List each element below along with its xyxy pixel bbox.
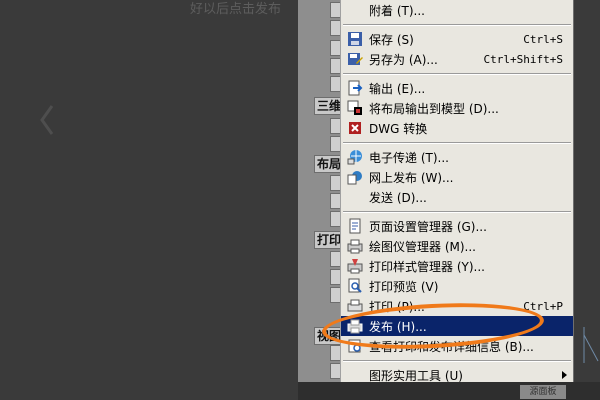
blank-icon [347,2,363,18]
menu-item-send[interactable]: 发送 (D)... [341,187,573,207]
menu-item-label: DWG 转换 [369,121,428,136]
plot-style-icon [347,258,363,274]
menu-item-plotter-manager[interactable]: 绘图仪管理器 (M)... [341,236,573,256]
menu-item-label: 绘图仪管理器 (M)... [369,239,476,254]
blank-icon [347,189,363,205]
instruction-caption: 好以后点击发布 [190,2,282,17]
submenu-arrow-icon [562,371,567,379]
menu-item-attach[interactable]: 附着 (T)... [341,0,573,20]
menu-item-page-setup[interactable]: 页面设置管理器 (G)... [341,216,573,236]
layout-to-model-icon [347,100,363,116]
magnifier-icon [347,278,363,294]
menu-item-label: 页面设置管理器 (G)... [369,219,487,234]
chevron-left-icon[interactable] [34,100,62,140]
menu-item-label: 保存 (S) [369,32,414,47]
menu-item-shortcut: Ctrl+S [523,32,563,46]
menu-item-publish-web[interactable]: 网上发布 (W)... [341,167,573,187]
globe-icon [347,149,363,165]
menu-item-label: 另存为 (A)... [369,52,438,67]
menu-separator [343,73,571,75]
save-as-icon [347,51,363,67]
menu-item-shortcut: Ctrl+Shift+S [483,52,563,66]
menu-item-label: 将布局输出到模型 (D)... [369,101,499,116]
menu-item-save[interactable]: 保存 (S) Ctrl+S [341,29,573,49]
menu-separator [343,142,571,144]
screenshot: 好以后点击发布 三维 布局 打印 视图 附着 (T)... 保存 (S) Ctr… [0,0,600,400]
menu-item-plot-style-manager[interactable]: 打印样式管理器 (Y)... [341,256,573,276]
menu-item-print-preview[interactable]: 打印预览 (V) [341,276,573,296]
save-icon [347,31,363,47]
menu-separator [343,24,571,26]
menu-separator [343,360,571,362]
blank-icon [347,367,363,383]
menu-separator [343,211,571,213]
menu-item-label: 电子传递 (T)... [369,150,449,165]
menu-item-export[interactable]: 输出 (E)... [341,78,573,98]
plotter-icon [347,238,363,254]
menu-item-label: 打印预览 (V) [369,279,439,294]
export-icon [347,80,363,96]
printer-icon [347,298,363,314]
status-chip[interactable]: 源面板 [520,385,566,399]
web-publish-icon [347,169,363,185]
menu-item-export-layout[interactable]: 将布局输出到模型 (D)... [341,98,573,118]
menu-item-save-as[interactable]: 另存为 (A)... Ctrl+Shift+S [341,49,573,69]
drawing-line-fragment [583,327,599,363]
dwg-convert-icon [347,120,363,136]
menu-item-label: 发送 (D)... [369,190,427,205]
menu-item-label: 网上发布 (W)... [369,170,454,185]
menu-item-label: 输出 (E)... [369,81,426,96]
menu-item-label: 打印样式管理器 (Y)... [369,259,485,274]
menu-item-label: 附着 (T)... [369,3,425,18]
page-setup-icon [347,218,363,234]
menu-item-label: 图形实用工具 (U) [369,368,463,383]
menu-item-etransmit[interactable]: 电子传递 (T)... [341,147,573,167]
menu-item-dwg-convert[interactable]: DWG 转换 [341,118,573,138]
